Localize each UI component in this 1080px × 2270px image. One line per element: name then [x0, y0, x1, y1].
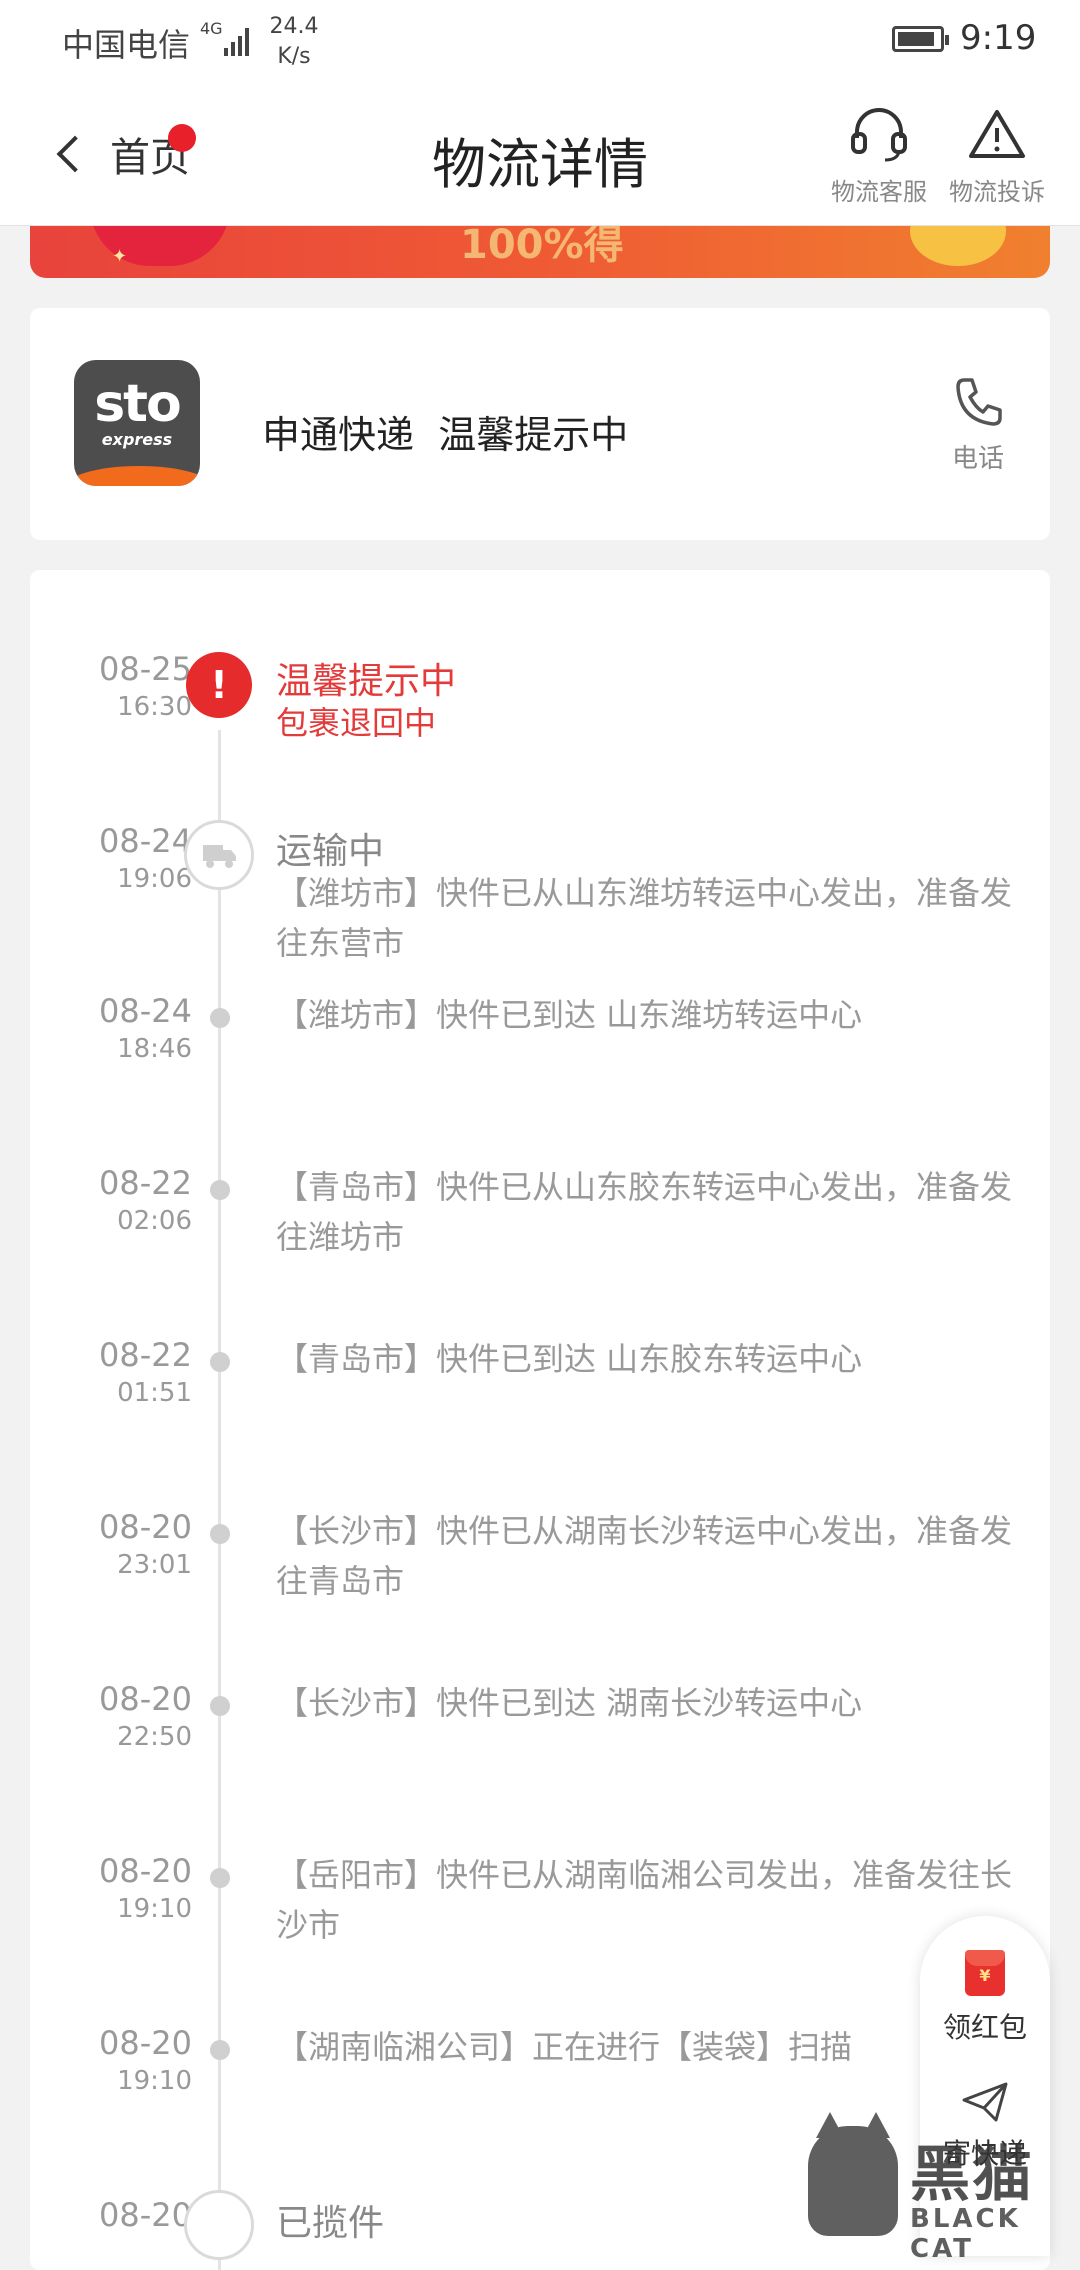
logo-swoosh [74, 466, 200, 486]
event-time: 19:10 [117, 2066, 192, 2096]
phone-label: 电话 [951, 444, 1004, 474]
signal-icon [224, 22, 254, 56]
alert-icon: ! [186, 652, 252, 718]
carrier-card: sto express 申通快递 温馨提示中 电话 [30, 308, 1050, 540]
event-date: 08-25 [99, 650, 192, 688]
paper-plane-icon [962, 2082, 1008, 2122]
event-title: 温馨提示中 [276, 661, 457, 702]
logistics-service-label: 物流客服 [831, 178, 927, 206]
event-date: 08-22 [99, 1164, 192, 1202]
phone-icon [956, 378, 1002, 426]
event-time: 23:01 [117, 1550, 192, 1580]
event-date: 08-20 [99, 1680, 192, 1718]
carrier-name: 中国电信 [62, 26, 191, 64]
warning-icon [969, 110, 1025, 158]
clock: 9:19 [960, 18, 1037, 58]
carrier-name-text: 申通快递 [262, 413, 415, 457]
event-time: 19:10 [117, 1894, 192, 1924]
carrier-status-text: 温馨提示中 [438, 413, 629, 457]
logistics-service-button[interactable]: 物流客服 [824, 106, 934, 207]
event-time: 01:51 [117, 1378, 192, 1408]
tracking-timeline: 08-25 16:30 ! 温馨提示中 包裹退回中 08-24 19:06 运输… [30, 570, 1050, 2270]
event-time: 19:06 [117, 864, 192, 894]
event-title: 运输中 [276, 831, 385, 872]
event-text: 【青岛市】快件已到达 山东胶东转运中心 [276, 1340, 863, 1378]
carrier-status-line: 申通快递 温馨提示中 [262, 404, 628, 459]
promo-banner[interactable]: ✦ 100%得 [30, 226, 1050, 278]
red-packet-icon: ¥ [965, 1950, 1005, 1996]
timeline-dot [210, 2040, 230, 2060]
blackcat-watermark: 黑猫 BLACK CAT [808, 2112, 1080, 2264]
logo-text: sto [94, 374, 182, 434]
banner-text: 100%得 [460, 226, 624, 268]
event-date: 08-24 [99, 992, 192, 1030]
event-time: 22:50 [117, 1722, 192, 1752]
event-date: 08-20 [99, 2024, 192, 2062]
event-text: 【长沙市】快件已从湖南长沙转运中心发出，准备发往青岛市 [276, 1512, 1013, 1600]
event-date: 08-20 [99, 2196, 192, 2234]
timeline-dot [210, 1180, 230, 1200]
timeline-dot [210, 1008, 230, 1028]
network-type: 4G [200, 19, 223, 38]
logistics-complaint-label: 物流投诉 [949, 178, 1045, 206]
event-time: 18:46 [117, 1034, 192, 1064]
timeline-line [218, 730, 221, 2270]
watermark-en: BLACK CAT [910, 2204, 1021, 2264]
sparkle-icon: ✦ [112, 246, 128, 267]
pickup-icon [184, 2190, 254, 2260]
sto-express-logo: sto express [74, 360, 200, 486]
event-text: 【长沙市】快件已到达 湖南长沙转运中心 [276, 1684, 863, 1722]
banner-decoration [90, 226, 230, 266]
phone-button[interactable]: 电话 [928, 374, 1028, 475]
event-text: 包裹退回中 [276, 704, 437, 742]
watermark-cn: 黑猫 [910, 2140, 1034, 2210]
event-date: 08-20 [99, 1852, 192, 1890]
network-speed-value: 24.4 [269, 14, 319, 39]
network-speed-unit: K/s [277, 44, 311, 69]
event-time: 16:30 [117, 692, 192, 722]
timeline-dot [210, 1352, 230, 1372]
coin-decoration [910, 226, 1006, 266]
event-text: 【岳阳市】快件已从湖南临湘公司发出，准备发往长沙市 [276, 1856, 1013, 1944]
event-date: 08-24 [99, 822, 192, 860]
red-packet-label: 领红包 [942, 2011, 1027, 2044]
red-packet-button[interactable]: ¥ 领红包 [920, 1950, 1050, 2046]
network-speed: 24.4 K/s [266, 12, 322, 72]
timeline-dot [210, 1524, 230, 1544]
event-text: 【潍坊市】快件已从山东潍坊转运中心发出，准备发往东营市 [276, 874, 1013, 962]
logo-subtext: express [101, 430, 173, 449]
headset-icon [851, 108, 907, 162]
timeline-dot [210, 1868, 230, 1888]
status-bar: 中国电信 4G 24.4 K/s 9:19 [0, 0, 1080, 80]
timeline-dot [210, 1696, 230, 1716]
event-time: 02:06 [117, 1206, 192, 1236]
event-date: 08-20 [99, 1508, 192, 1546]
truck-icon [184, 820, 254, 890]
logistics-complaint-button[interactable]: 物流投诉 [942, 106, 1052, 207]
event-text: 【潍坊市】快件已到达 山东潍坊转运中心 [276, 996, 863, 1034]
event-date: 08-22 [99, 1336, 192, 1374]
cat-head-logo [808, 2112, 898, 2236]
battery-icon [892, 26, 949, 52]
event-title: 已揽件 [276, 2203, 385, 2244]
red-packet-symbol: ¥ [979, 1966, 991, 1985]
nav-bar: 首页 物流详情 物流客服 物流投诉 [0, 80, 1080, 226]
event-text: 【青岛市】快件已从山东胶东转运中心发出，准备发往潍坊市 [276, 1168, 1013, 1256]
